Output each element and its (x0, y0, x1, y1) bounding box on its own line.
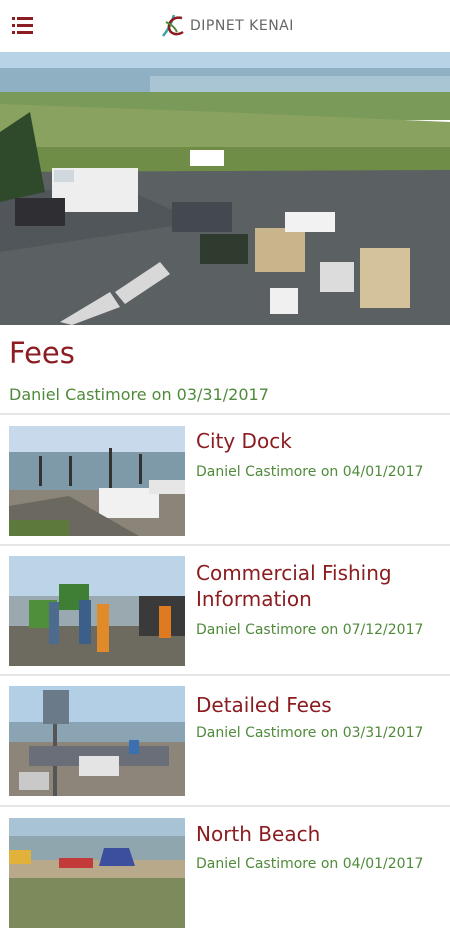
list-item-city-dock[interactable]: City Dock Daniel Castimore on 04/01/2017 (0, 415, 450, 545)
app-title: DIPNET KENAI (190, 18, 294, 34)
article-author-line: Daniel Castimore on 03/31/2017 (9, 385, 269, 404)
menu-button[interactable] (10, 14, 36, 36)
app-header: DIPNET KENAI (0, 0, 450, 53)
list-item-title: Detailed Fees (196, 693, 332, 717)
list-item-commercial-fishing[interactable]: Commercial Fishing Information Daniel Ca… (0, 546, 450, 676)
list-item-meta: Daniel Castimore on 03/31/2017 (196, 725, 424, 741)
thumbnail-city-dock (9, 426, 185, 536)
app-logo: DIPNET KENAI (160, 12, 294, 40)
thumbnail-detailed-fees (9, 686, 185, 796)
list-item-meta: Daniel Castimore on 04/01/2017 (196, 464, 424, 480)
list-item-title: North Beach (196, 822, 321, 846)
parking-lot-photo (0, 52, 450, 325)
list-item-north-beach[interactable]: North Beach Daniel Castimore on 04/01/20… (0, 807, 450, 937)
thumbnail-commercial-fishing (9, 556, 185, 666)
thumbnail-north-beach (9, 818, 185, 928)
list-item-title: Commercial Fishing Information (196, 561, 392, 611)
list-item-detailed-fees[interactable]: Detailed Fees Daniel Castimore on 03/31/… (0, 676, 450, 806)
list-item-meta: Daniel Castimore on 04/01/2017 (196, 856, 424, 872)
page-title: Fees (9, 336, 75, 370)
list-item-title: City Dock (196, 429, 292, 453)
hamburger-menu-icon (12, 17, 33, 34)
hero-image (0, 52, 450, 325)
list-item-meta: Daniel Castimore on 07/12/2017 (196, 622, 424, 638)
dipnet-logo-icon (162, 14, 184, 37)
